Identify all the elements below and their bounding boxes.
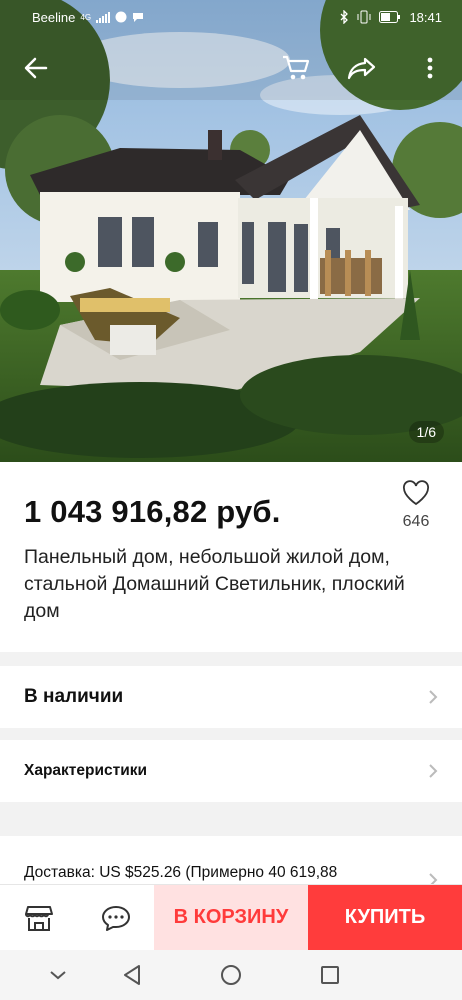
product-image-gallery[interactable]: Beeline 4G 18:41 1/6 [0, 0, 462, 462]
status-bar: Beeline 4G 18:41 [0, 0, 462, 34]
product-info: 1 043 916,82 руб. 646 Панельный дом, неб… [0, 462, 462, 652]
shipping-value: US $525.26 (Примерно 40 619,88 [99, 864, 338, 881]
nav-back-button[interactable] [120, 963, 144, 987]
back-arrow-icon [24, 57, 48, 79]
battery-icon [379, 11, 401, 23]
availability-label: В наличии [24, 686, 124, 707]
product-screen: Beeline 4G 18:41 1/6 1 043 916,82 руб. 6… [0, 0, 462, 1000]
buy-now-button[interactable]: КУПИТЬ [308, 885, 462, 950]
signal-icon [96, 11, 111, 23]
vibrate-icon [357, 10, 371, 24]
wishlist-count: 646 [402, 513, 430, 530]
specs-label: Характеристики [24, 762, 148, 779]
nav-recents-icon [321, 966, 339, 984]
more-icon [427, 57, 433, 79]
nav-home-button[interactable] [219, 963, 243, 987]
network-type: 4G [80, 12, 92, 22]
back-button[interactable] [14, 46, 58, 90]
nav-hide-button[interactable] [46, 963, 70, 987]
store-button[interactable] [0, 885, 77, 950]
bluetooth-icon [340, 10, 349, 24]
availability-row[interactable]: В наличии [0, 666, 462, 728]
nav-home-icon [221, 965, 241, 985]
chevron-down-icon [50, 971, 66, 980]
nav-recents-button[interactable] [318, 963, 342, 987]
clock: 18:41 [409, 9, 442, 25]
product-title: Панельный дом, небольшой жилой дом, стал… [24, 546, 405, 622]
cart-icon [283, 55, 310, 80]
wishlist-button[interactable]: 646 [398, 480, 434, 531]
share-icon [347, 57, 376, 80]
carrier-name: Beeline [32, 9, 76, 25]
add-to-cart-button[interactable]: В КОРЗИНУ [154, 885, 308, 950]
chevron-right-icon [429, 690, 438, 704]
carrier-info: Beeline 4G [32, 10, 144, 25]
chat-button[interactable] [77, 885, 154, 950]
status-right: 18:41 [339, 10, 442, 25]
cart-button[interactable] [274, 46, 318, 90]
price: 1 043 916,82 руб. [24, 494, 281, 529]
message-icon [133, 13, 144, 22]
specs-row[interactable]: Характеристики [0, 740, 462, 802]
vk-icon [115, 11, 127, 23]
share-button[interactable] [340, 46, 384, 90]
shipping-text: Доставка: US $525.26 (Примерно 40 619,88 [24, 864, 337, 882]
nav-back-icon [124, 965, 140, 985]
action-bar: В КОРЗИНУ КУПИТЬ [0, 884, 462, 950]
heart-icon [403, 480, 429, 506]
chevron-right-icon [429, 764, 438, 778]
shipping-label: Доставка: [24, 864, 95, 881]
image-counter: 1/6 [408, 421, 444, 443]
system-nav-bar [0, 950, 462, 1000]
more-button[interactable] [408, 46, 452, 90]
chat-icon [101, 905, 130, 931]
store-icon [24, 905, 53, 931]
top-bar [0, 46, 462, 90]
